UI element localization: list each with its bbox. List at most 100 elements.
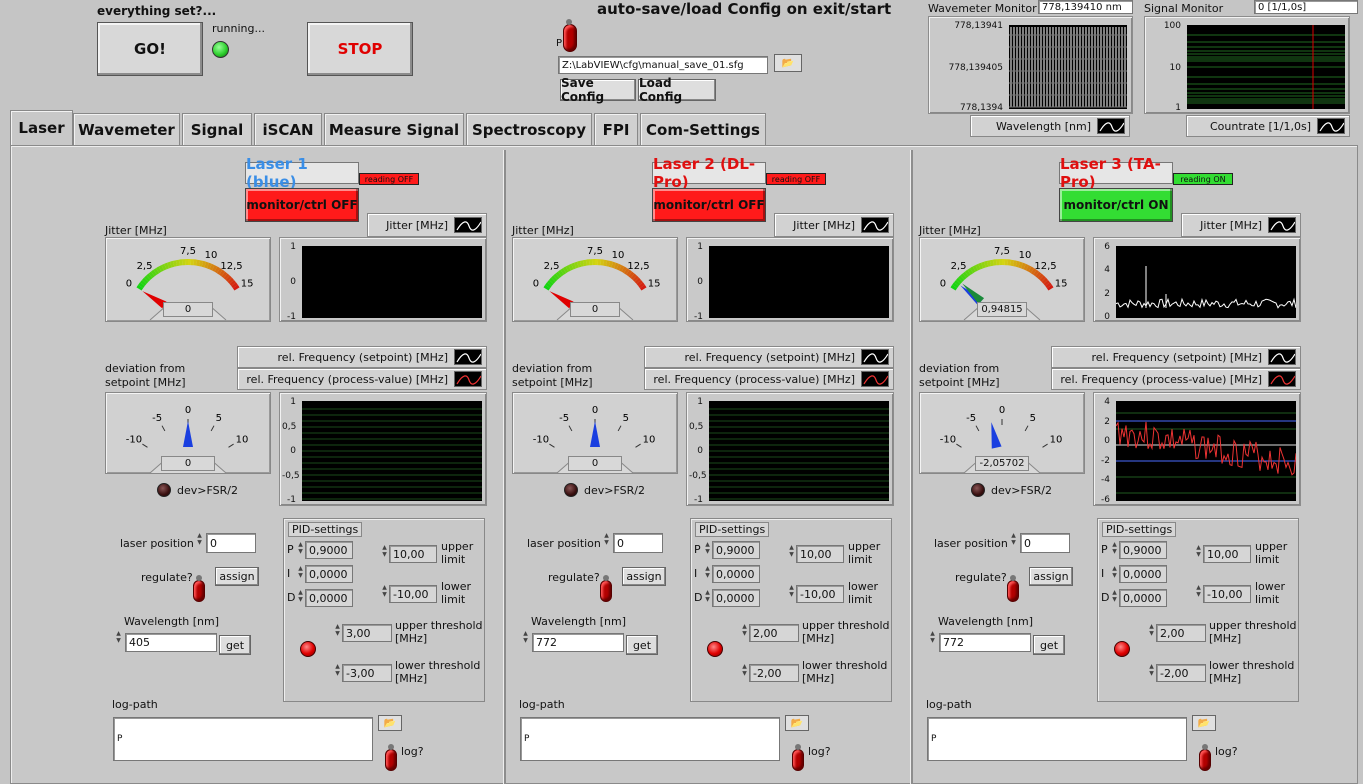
wavelength-spinner[interactable]: ▲ ▼ [928, 630, 937, 644]
wavelength-spinner[interactable]: ▲ ▼ [114, 630, 123, 644]
pid-p-field[interactable]: 0,9000 [712, 541, 760, 559]
dev-tick: 0 [999, 405, 1005, 416]
laser-position-field[interactable]: 0 [613, 533, 663, 553]
monitor-ctrl-button[interactable]: monitor/ctrl ON [1059, 188, 1173, 222]
laser-position-spinner[interactable]: ▲ ▼ [1009, 532, 1018, 546]
lower-threshold-field[interactable]: -3,00 [342, 664, 392, 682]
pid-p-field[interactable]: 0,9000 [1119, 541, 1167, 559]
pid-i-field[interactable]: 0,0000 [305, 565, 353, 583]
lower-threshold-spinner[interactable]: ▲ ▼ [1147, 663, 1156, 677]
dev-tick: 10 [1050, 435, 1063, 446]
lower-threshold-spinner[interactable]: ▲ ▼ [333, 663, 342, 677]
log-path-field[interactable]: P [520, 717, 780, 761]
regulate-label: regulate? [955, 571, 1007, 584]
get-wavelength-button[interactable]: get [626, 635, 658, 655]
browse-log-icon[interactable]: 📂 [785, 715, 809, 731]
jitter-plot [1115, 246, 1297, 318]
monitor-ctrl-button[interactable]: monitor/ctrl OFF [652, 188, 766, 222]
plot-style-icon[interactable] [1268, 217, 1296, 233]
upper-limit-spinner[interactable]: ▲ ▼ [380, 544, 389, 558]
upper-limit-spinner[interactable]: ▲ ▼ [787, 544, 796, 558]
wavelength-spinner[interactable]: ▲ ▼ [521, 630, 530, 644]
plot-style-icon[interactable] [861, 217, 889, 233]
pid-d-spinner[interactable]: ▲ ▼ [296, 589, 305, 603]
pid-p-spinner[interactable]: ▲ ▼ [296, 541, 305, 555]
lower-threshold-field[interactable]: -2,00 [749, 664, 799, 682]
browse-log-icon[interactable]: 📂 [378, 715, 402, 731]
deviation-ytick: -6 [1101, 495, 1110, 505]
log-toggle[interactable] [792, 744, 804, 771]
wavelength-field[interactable]: 405 [125, 633, 217, 652]
plot-style-icon[interactable] [454, 349, 482, 365]
pid-i-spinner[interactable]: ▲ ▼ [1110, 565, 1119, 579]
regulate-toggle[interactable] [1007, 575, 1019, 602]
laser-position-spinner[interactable]: ▲ ▼ [195, 532, 204, 546]
upper-threshold-spinner[interactable]: ▲ ▼ [1147, 623, 1156, 637]
pid-i-field[interactable]: 0,0000 [1119, 565, 1167, 583]
pid-i-field[interactable]: 0,0000 [712, 565, 760, 583]
dev-tick: -10 [126, 435, 142, 446]
browse-log-icon[interactable]: 📂 [1192, 715, 1216, 731]
plot-style-icon[interactable] [454, 217, 482, 233]
upper-limit-field[interactable]: 10,00 [1203, 545, 1251, 563]
log-toggle[interactable] [385, 744, 397, 771]
laser-position-spinner[interactable]: ▲ ▼ [602, 532, 611, 546]
lower-limit-spinner[interactable]: ▲ ▼ [380, 584, 389, 598]
jitter-ytick: 0 [1104, 312, 1110, 322]
wavelength-field[interactable]: 772 [532, 633, 624, 652]
plot-style-icon[interactable] [1268, 349, 1296, 365]
log-toggle[interactable] [1199, 744, 1211, 771]
pid-d-field[interactable]: 0,0000 [712, 589, 760, 607]
upper-limit-field[interactable]: 10,00 [389, 545, 437, 563]
pid-p-spinner[interactable]: ▲ ▼ [703, 541, 712, 555]
log-path-field[interactable]: P [113, 717, 373, 761]
lower-limit-field[interactable]: -10,00 [389, 585, 437, 603]
plot-style-icon[interactable] [1268, 371, 1296, 387]
pid-d-spinner[interactable]: ▲ ▼ [703, 589, 712, 603]
tab-laser[interactable]: Laser [10, 110, 73, 145]
regulate-toggle[interactable] [600, 575, 612, 602]
assign-button[interactable]: assign [1029, 567, 1073, 586]
plot-style-icon[interactable] [861, 371, 889, 387]
log-path-label: log-path [112, 698, 158, 711]
laser-position-field[interactable]: 0 [1020, 533, 1070, 553]
lower-threshold-field[interactable]: -2,00 [1156, 664, 1206, 682]
laser-position-field[interactable]: 0 [206, 533, 256, 553]
lower-limit-spinner[interactable]: ▲ ▼ [787, 584, 796, 598]
regulate-toggle[interactable] [193, 575, 205, 602]
upper-threshold-spinner[interactable]: ▲ ▼ [333, 623, 342, 637]
get-wavelength-button[interactable]: get [1033, 635, 1065, 655]
process-value-legend: rel. Frequency (process-value) [MHz] [237, 368, 487, 390]
upper-threshold-field[interactable]: 2,00 [1156, 624, 1206, 642]
path-prefix-icon: P [524, 734, 530, 744]
lower-limit-field[interactable]: -10,00 [1203, 585, 1251, 603]
pid-p-spinner[interactable]: ▲ ▼ [1110, 541, 1119, 555]
dev-tick-mark [1024, 425, 1029, 432]
jitter-graph: 1 0 -1 [686, 237, 894, 322]
upper-limit-label: upper limit [1255, 540, 1288, 566]
upper-threshold-spinner[interactable]: ▲ ▼ [740, 623, 749, 637]
upper-limit-spinner[interactable]: ▲ ▼ [1194, 544, 1203, 558]
pid-d-field[interactable]: 0,0000 [1119, 589, 1167, 607]
plot-style-icon[interactable] [1317, 118, 1345, 134]
log-path-field[interactable]: P [927, 717, 1187, 761]
pid-i-spinner[interactable]: ▲ ▼ [296, 565, 305, 579]
plot-style-icon[interactable] [454, 371, 482, 387]
lower-limit-field[interactable]: -10,00 [796, 585, 844, 603]
pid-d-field[interactable]: 0,0000 [305, 589, 353, 607]
dev-tick-mark [210, 425, 215, 432]
lower-limit-spinner[interactable]: ▲ ▼ [1194, 584, 1203, 598]
monitor-ctrl-button[interactable]: monitor/ctrl OFF [245, 188, 359, 222]
assign-button[interactable]: assign [215, 567, 259, 586]
pid-i-spinner[interactable]: ▲ ▼ [703, 565, 712, 579]
lower-threshold-spinner[interactable]: ▲ ▼ [740, 663, 749, 677]
upper-threshold-field[interactable]: 2,00 [749, 624, 799, 642]
upper-limit-field[interactable]: 10,00 [796, 545, 844, 563]
upper-threshold-field[interactable]: 3,00 [342, 624, 392, 642]
get-wavelength-button[interactable]: get [219, 635, 251, 655]
pid-p-field[interactable]: 0,9000 [305, 541, 353, 559]
assign-button[interactable]: assign [622, 567, 666, 586]
plot-style-icon[interactable] [861, 349, 889, 365]
wavelength-field[interactable]: 772 [939, 633, 1031, 652]
pid-d-spinner[interactable]: ▲ ▼ [1110, 589, 1119, 603]
